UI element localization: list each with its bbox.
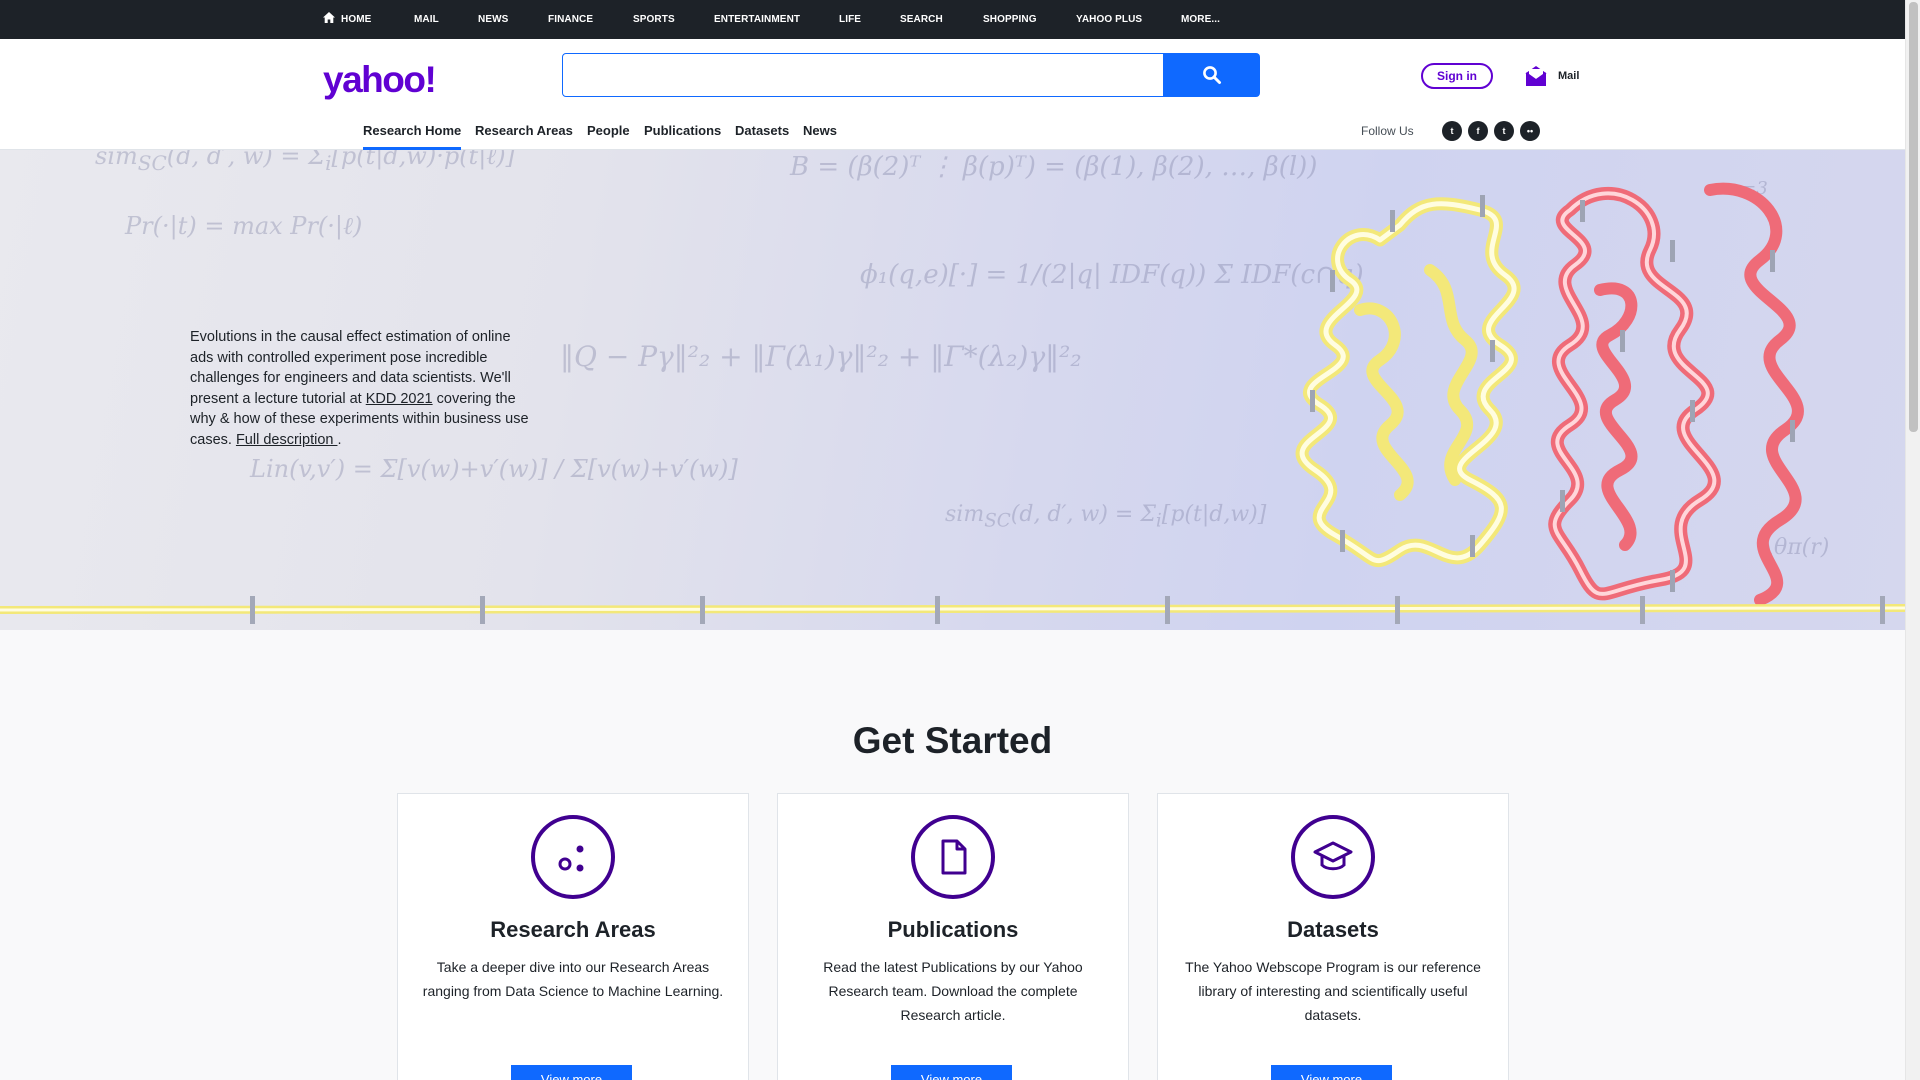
- research-areas-card-description: Take a deeper dive into our Research Are…: [422, 959, 724, 999]
- topnav-home-label: HOME: [341, 14, 372, 25]
- math-decoration: ‖Q − Pγ‖²₂ + ‖Γ(λ₁)γ‖²₂ + ‖Γ*(λ₂)γ‖²₂: [560, 340, 1082, 373]
- datasets-card: Datasets The Yahoo Webscope Program is o…: [1157, 793, 1509, 1080]
- publications-card-title: Publications: [887, 917, 1019, 942]
- research-areas-icon-badge: [531, 815, 615, 899]
- mail-label: Mail: [1558, 70, 1580, 82]
- full-description-link[interactable]: Full description: [236, 432, 338, 448]
- datasets-card-title: Datasets: [1287, 917, 1379, 942]
- topnav-news-link[interactable]: NEWS: [478, 0, 508, 39]
- publications-card: Publications Read the latest Publication…: [777, 793, 1129, 1080]
- topnav-more-link[interactable]: MORE...: [1181, 0, 1220, 39]
- get-started-heading: Get Started: [852, 720, 1053, 761]
- kdd-2021-link[interactable]: KDD 2021: [366, 391, 433, 407]
- home-icon: [323, 12, 335, 24]
- topnav-entertainment-link[interactable]: ENTERTAINMENT: [714, 0, 800, 39]
- tab-people[interactable]: People: [587, 122, 630, 150]
- publications-icon-badge: [911, 815, 995, 899]
- math-decoration: simSC(d, d′, w) = Σi[p(t|d,w)·p(t|ℓ)]: [95, 150, 515, 175]
- topnav-life-link[interactable]: LIFE: [839, 0, 861, 39]
- search-icon: [1202, 66, 1221, 84]
- publications-view-more-button[interactable]: View more: [891, 1065, 1012, 1080]
- topnav-sports-link[interactable]: SPORTS: [633, 0, 675, 39]
- yahoo-logo[interactable]: yahoo!: [323, 59, 437, 101]
- datasets-card-description: The Yahoo Webscope Program is our refere…: [1185, 959, 1481, 1023]
- publications-card-description: Read the latest Publications by our Yaho…: [823, 959, 1083, 1023]
- hero-banner: simSC(d, d′, w) = Σi[p(t|d,w)·p(t|ℓ)] Pr…: [0, 150, 1905, 630]
- datasets-view-more-button[interactable]: View more: [1271, 1065, 1392, 1080]
- molecule-dots-icon: [558, 845, 584, 872]
- search-field-wrapper: [562, 53, 1164, 97]
- hero-description: Evolutions in the causal effect estimati…: [190, 327, 530, 450]
- tab-research-home[interactable]: Research Home: [363, 122, 462, 150]
- top-navigation-bar: HOME MAIL NEWS FINANCE SPORTS ENTERTAINM…: [0, 0, 1905, 39]
- scrollbar-thumb[interactable]: [1909, 2, 1918, 432]
- research-areas-card-title: Research Areas: [490, 917, 656, 942]
- hero-text-end: .: [337, 431, 342, 448]
- tab-research-areas[interactable]: Research Areas: [475, 122, 573, 150]
- follow-us-label: Follow Us: [1361, 124, 1414, 138]
- topnav-finance-link[interactable]: FINANCE: [548, 0, 593, 39]
- math-decoration: simSC(d, d′, w) = Σi[p(t|d,w)]: [945, 502, 1267, 532]
- bottom-tube-strip: [0, 596, 1905, 624]
- math-decoration: Pr(·|t) = max Pr(·|ℓ): [125, 212, 363, 240]
- mail-link[interactable]: Mail: [1524, 63, 1579, 89]
- sign-in-button[interactable]: Sign in: [1421, 63, 1493, 89]
- twitter-icon[interactable]: t: [1442, 121, 1462, 141]
- mail-envelope-icon: [1525, 66, 1547, 86]
- page-scrollbar[interactable]: [1905, 0, 1920, 1080]
- site-header: yahoo! Sign in Mail Research Home Resear…: [0, 39, 1905, 150]
- math-decoration: Lin(v,v′) = Σ[v(w)+v′(w)] / Σ[v(w)+v′(w)…: [250, 455, 738, 483]
- tab-news[interactable]: News: [803, 122, 837, 150]
- facebook-icon[interactable]: f: [1468, 121, 1488, 141]
- topnav-yahoo-plus-link[interactable]: YAHOO PLUS: [1076, 0, 1142, 39]
- datasets-icon-badge: [1291, 815, 1375, 899]
- search-button[interactable]: [1163, 53, 1260, 97]
- topnav-mail-link[interactable]: MAIL: [414, 0, 439, 39]
- research-areas-card: Research Areas Take a deeper dive into o…: [397, 793, 749, 1080]
- math-decoration: B = (β(2)ᵀ ⋮ β(p)ᵀ) = (β(1), β(2), …, β(…: [790, 152, 1318, 182]
- tumblr-icon[interactable]: t: [1494, 121, 1514, 141]
- flickr-icon[interactable]: ••: [1520, 121, 1540, 141]
- graduation-cap-icon: [1313, 841, 1353, 871]
- document-icon: [941, 839, 967, 875]
- brain-tubes-illustration: [1295, 182, 1804, 606]
- topnav-search-link[interactable]: SEARCH: [900, 0, 943, 39]
- topnav-shopping-link[interactable]: SHOPPING: [983, 0, 1037, 39]
- topnav-home-link[interactable]: HOME: [323, 0, 371, 39]
- tab-publications[interactable]: Publications: [644, 122, 721, 150]
- search-input[interactable]: [563, 54, 1163, 96]
- research-areas-view-more-button[interactable]: View more: [511, 1065, 632, 1080]
- tab-datasets[interactable]: Datasets: [735, 122, 789, 150]
